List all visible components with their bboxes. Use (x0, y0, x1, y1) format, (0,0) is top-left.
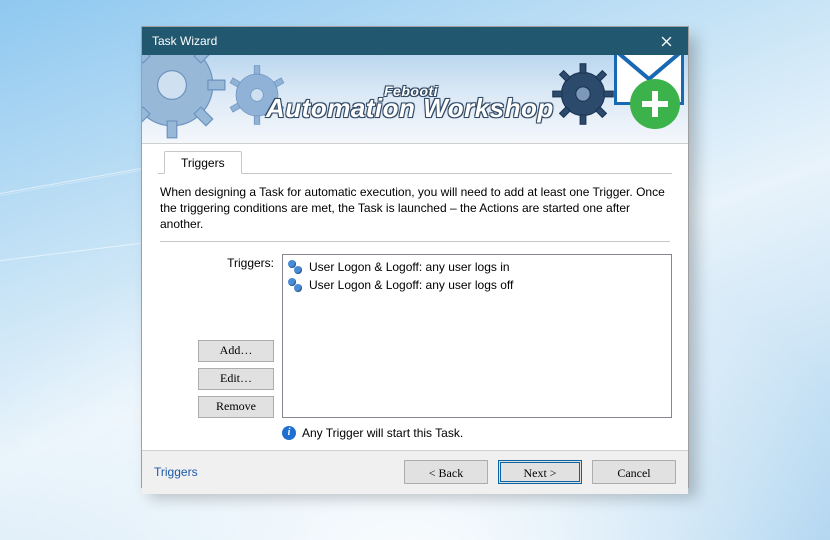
cancel-button[interactable]: Cancel (592, 460, 676, 484)
title-bar[interactable]: Task Wizard (142, 27, 688, 55)
add-button[interactable]: Add… (198, 340, 274, 362)
window-title: Task Wizard (152, 34, 217, 48)
triggers-label: Triggers: (227, 256, 274, 270)
help-link-triggers[interactable]: Triggers (154, 465, 198, 479)
next-button[interactable]: Next > (498, 460, 582, 484)
back-button[interactable]: < Back (404, 460, 488, 484)
info-text: Any Trigger will start this Task. (302, 426, 463, 440)
triggers-listbox[interactable]: User Logon & Logoff: any user logs in Us… (282, 254, 672, 418)
banner: Febooti Automation Workshop (142, 55, 688, 144)
gear-icon (547, 58, 619, 130)
list-item-label: User Logon & Logoff: any user logs in (309, 260, 510, 274)
list-item[interactable]: User Logon & Logoff: any user logs in (287, 258, 667, 276)
tab-strip: Triggers (158, 150, 672, 174)
task-wizard-window: Task Wizard (141, 26, 689, 488)
user-logon-icon (287, 259, 303, 275)
info-icon: i (282, 426, 296, 440)
description-text: When designing a Task for automatic exec… (160, 184, 670, 242)
user-logon-icon (287, 277, 303, 293)
brand-line2: Automation Workshop (266, 93, 554, 124)
list-item-label: User Logon & Logoff: any user logs off (309, 278, 513, 292)
tab-triggers[interactable]: Triggers (164, 151, 242, 174)
footer: Triggers < Back Next > Cancel (142, 450, 688, 494)
plus-badge-icon (630, 79, 680, 129)
close-icon (661, 36, 672, 47)
edit-button[interactable]: Edit… (198, 368, 274, 390)
close-button[interactable] (644, 27, 688, 55)
list-item[interactable]: User Logon & Logoff: any user logs off (287, 276, 667, 294)
desktop-background: Task Wizard (0, 0, 830, 540)
gear-icon (142, 55, 232, 144)
remove-button[interactable]: Remove (198, 396, 274, 418)
